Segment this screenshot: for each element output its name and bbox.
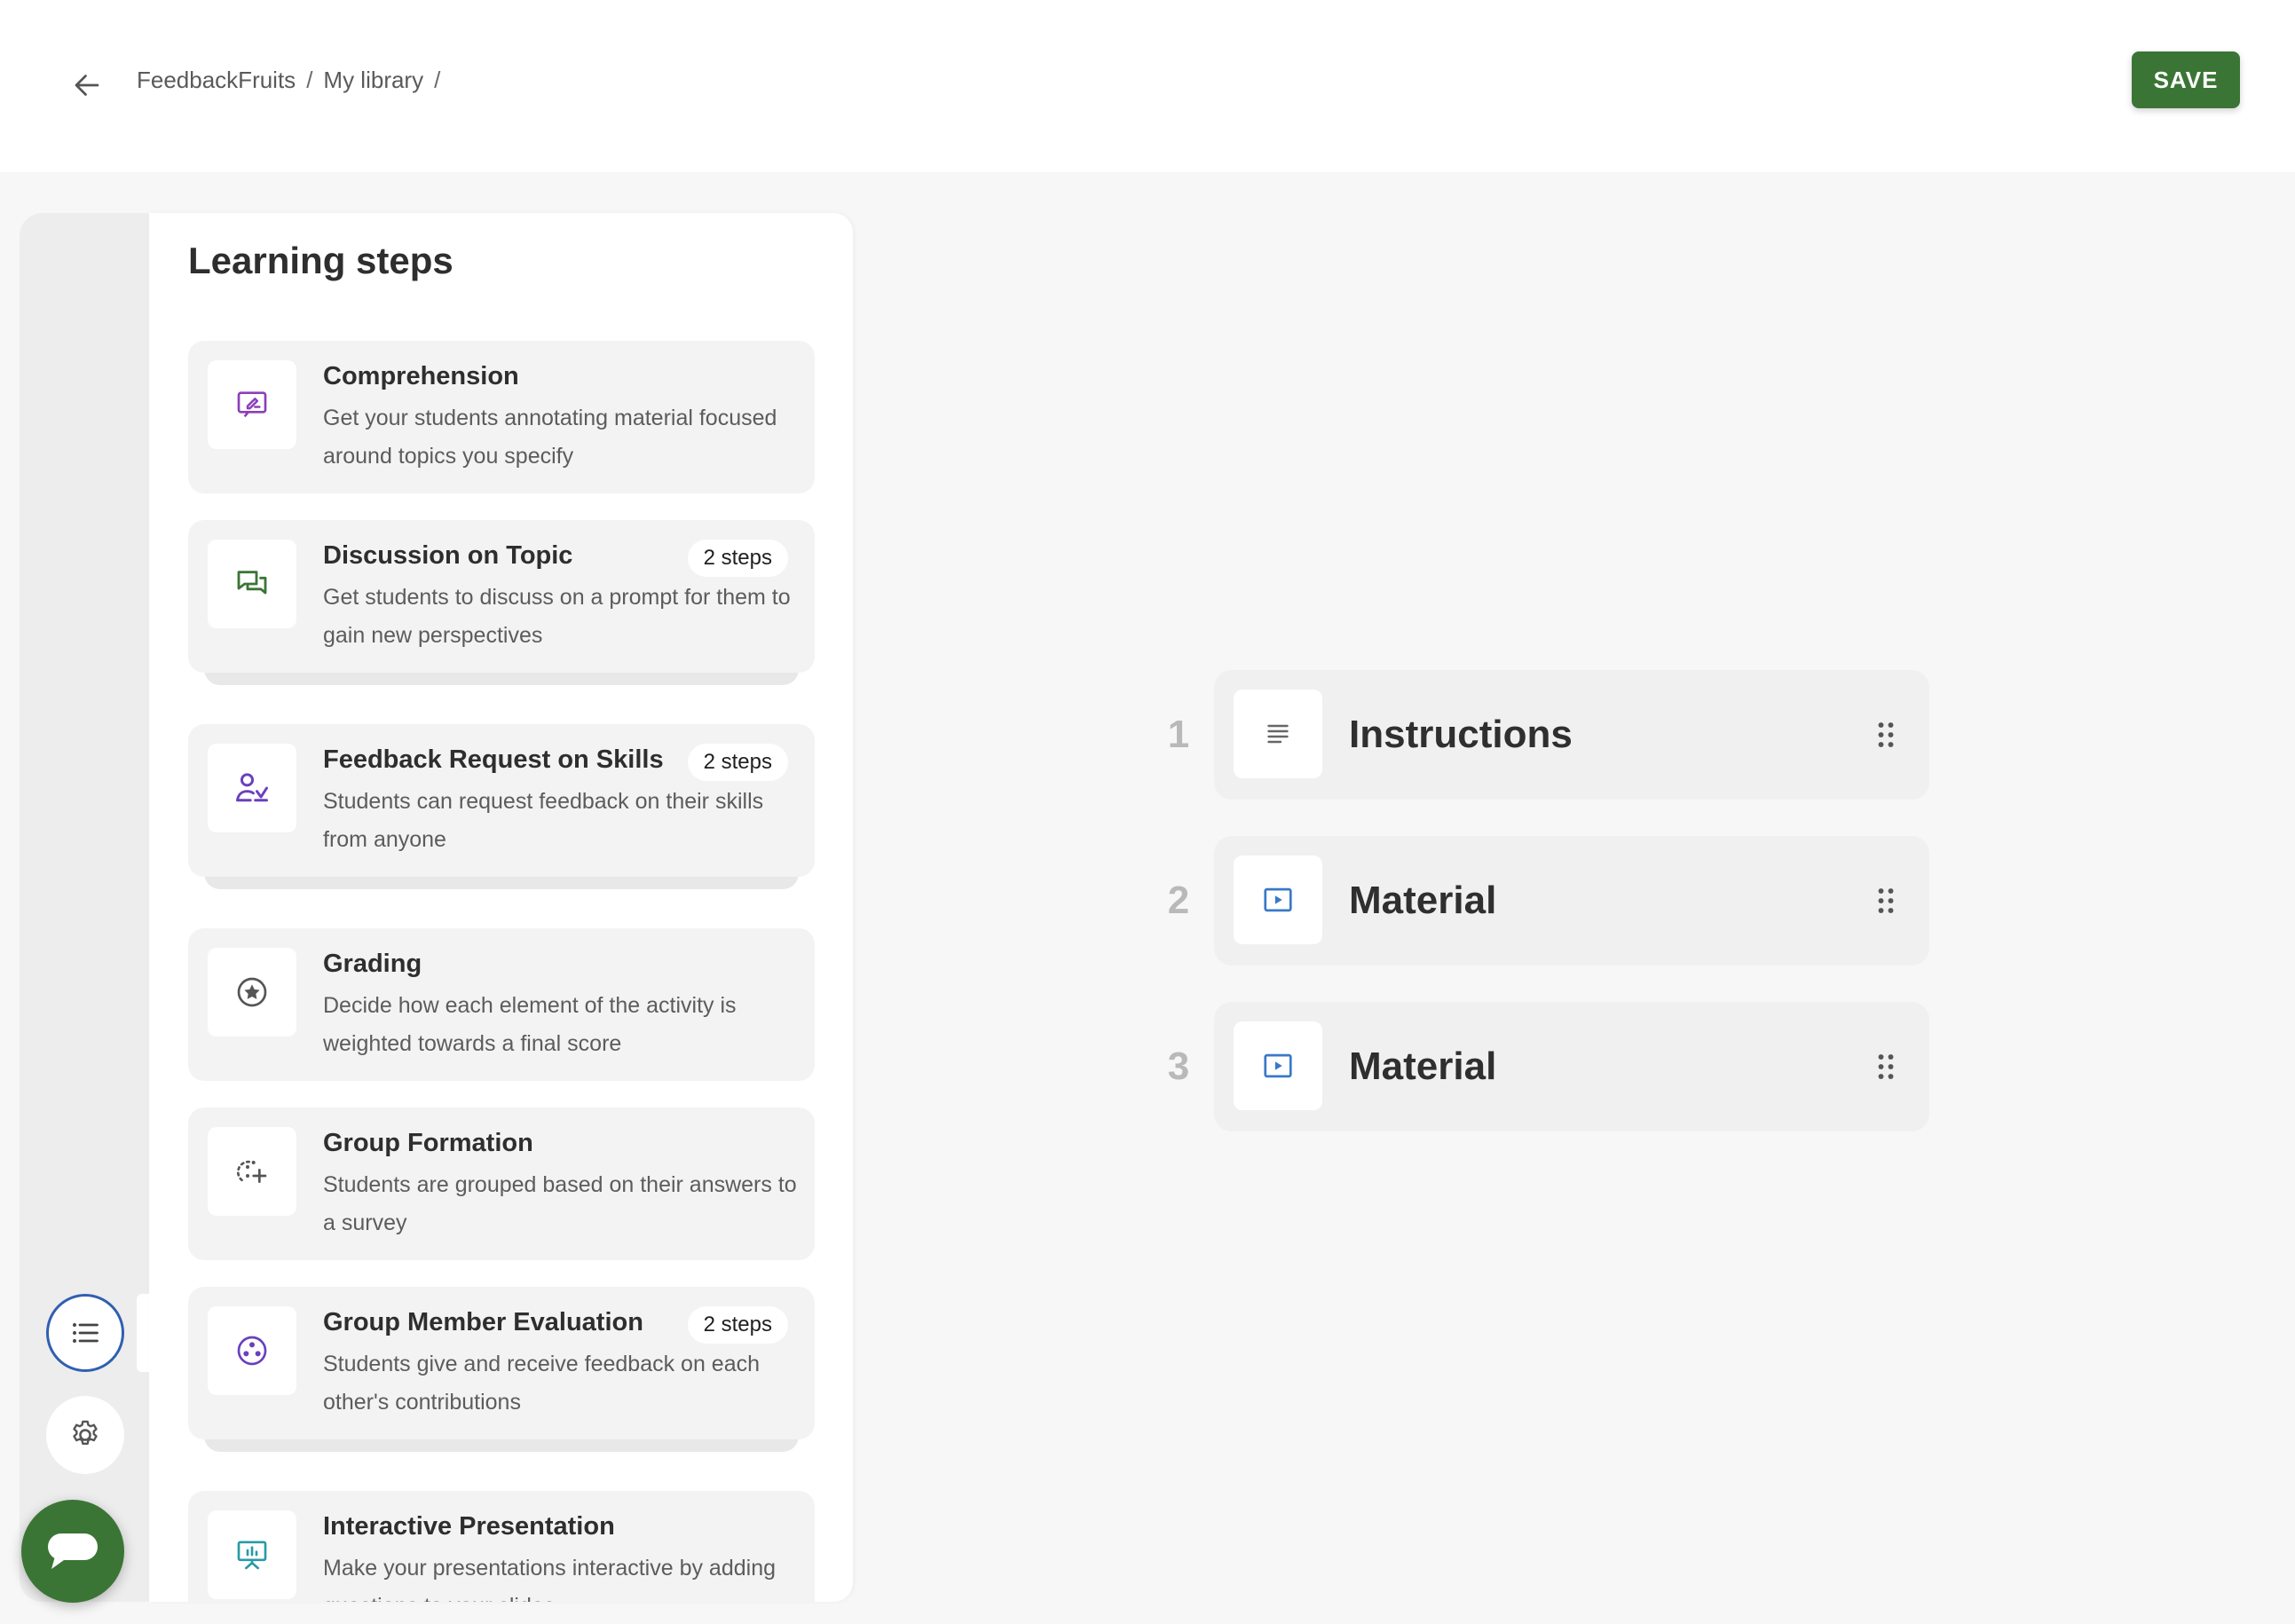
chat-bubbles-icon [208, 540, 296, 628]
step-number: 2 [1167, 879, 1190, 922]
list-icon [73, 1323, 99, 1343]
activity-step-row: 2 Material [1154, 836, 1952, 966]
card-description: Decide how each element of the activity … [323, 993, 737, 1056]
card-description: Students give and receive feedback on ea… [323, 1352, 761, 1415]
annotation-icon [208, 360, 296, 449]
activity-step-material[interactable]: Material [1214, 836, 1929, 966]
learning-steps-panel: Learning steps Comprehension Get your st… [149, 213, 853, 1602]
activity-step-material[interactable]: Material [1214, 1002, 1929, 1131]
play-box-icon [1234, 1021, 1322, 1110]
steps-count-badge: 2 steps [687, 1306, 788, 1344]
sidebar-rail [20, 213, 151, 1602]
breadcrumb: FeedbackFruits / My library / [137, 62, 451, 98]
chat-bubble-icon [48, 1533, 98, 1569]
step-label: Material [1349, 879, 1497, 922]
breadcrumb-separator: / [434, 66, 441, 93]
step-label: Material [1349, 1045, 1497, 1088]
presentation-icon [208, 1510, 296, 1599]
card-description: Students are grouped based on their answ… [323, 1172, 797, 1235]
card-description: Get your students annotating material fo… [323, 406, 777, 469]
learning-step-card[interactable]: Comprehension Get your students annotati… [188, 341, 815, 493]
breadcrumb-item-feedbackfruits[interactable]: FeedbackFruits [137, 67, 296, 94]
settings-button[interactable] [46, 1396, 124, 1474]
step-label: Instructions [1349, 713, 1573, 756]
play-box-icon [1234, 855, 1322, 944]
text-lines-icon [1234, 690, 1322, 778]
group-circle-icon [208, 1306, 296, 1395]
steps-count-badge: 2 steps [687, 540, 788, 577]
activity-step-row: 3 Material [1154, 1002, 1952, 1131]
gear-icon [73, 1420, 98, 1446]
arrow-left-icon [75, 75, 99, 96]
drag-handle-icon[interactable] [1873, 881, 1899, 920]
learning-step-card[interactable]: Grading Decide how each element of the a… [188, 928, 815, 1081]
learning-step-card[interactable]: Group Member Evaluation 2 steps Students… [188, 1287, 815, 1439]
back-button[interactable] [60, 59, 114, 112]
learning-step-card[interactable]: Interactive Presentation Make your prese… [188, 1491, 815, 1602]
card-title: Group Formation [323, 1129, 533, 1157]
learning-step-card[interactable]: Discussion on Topic 2 steps Get students… [188, 520, 815, 673]
card-title: Discussion on Topic [323, 541, 573, 570]
card-title: Interactive Presentation [323, 1512, 615, 1541]
steps-count-badge: 2 steps [687, 744, 788, 781]
chat-support-button[interactable] [21, 1500, 124, 1603]
step-number: 1 [1167, 713, 1190, 756]
learning-step-card[interactable]: Feedback Request on Skills 2 steps Stude… [188, 724, 815, 877]
save-button[interactable]: SAVE [2132, 51, 2240, 108]
group-add-icon [208, 1127, 296, 1216]
drag-handle-icon[interactable] [1873, 1047, 1899, 1086]
panel-title: Learning steps [188, 240, 453, 281]
activity-step-instructions[interactable]: Instructions [1214, 670, 1929, 800]
card-description: Make your presentations interactive by a… [323, 1556, 777, 1602]
breadcrumb-item-my-library[interactable]: My library [323, 67, 423, 94]
card-description: Students can request feedback on their s… [323, 789, 764, 852]
step-number: 3 [1167, 1045, 1190, 1088]
card-title: Comprehension [323, 362, 519, 390]
card-title: Group Member Evaluation [323, 1308, 643, 1336]
card-title: Feedback Request on Skills [323, 745, 664, 774]
star-circle-icon [208, 948, 296, 1037]
learning-steps-toggle-button[interactable] [46, 1294, 124, 1372]
breadcrumb-separator: / [306, 66, 313, 93]
card-title: Grading [323, 950, 422, 978]
learning-step-card[interactable]: Group Formation Students are grouped bas… [188, 1108, 815, 1260]
drag-handle-icon[interactable] [1873, 715, 1899, 754]
card-description: Get students to discuss on a prompt for … [323, 585, 791, 648]
top-bar: FeedbackFruits / My library / SAVE [0, 0, 2295, 172]
person-check-icon [208, 744, 296, 832]
activity-step-row: 1 Instructions [1154, 670, 1952, 800]
